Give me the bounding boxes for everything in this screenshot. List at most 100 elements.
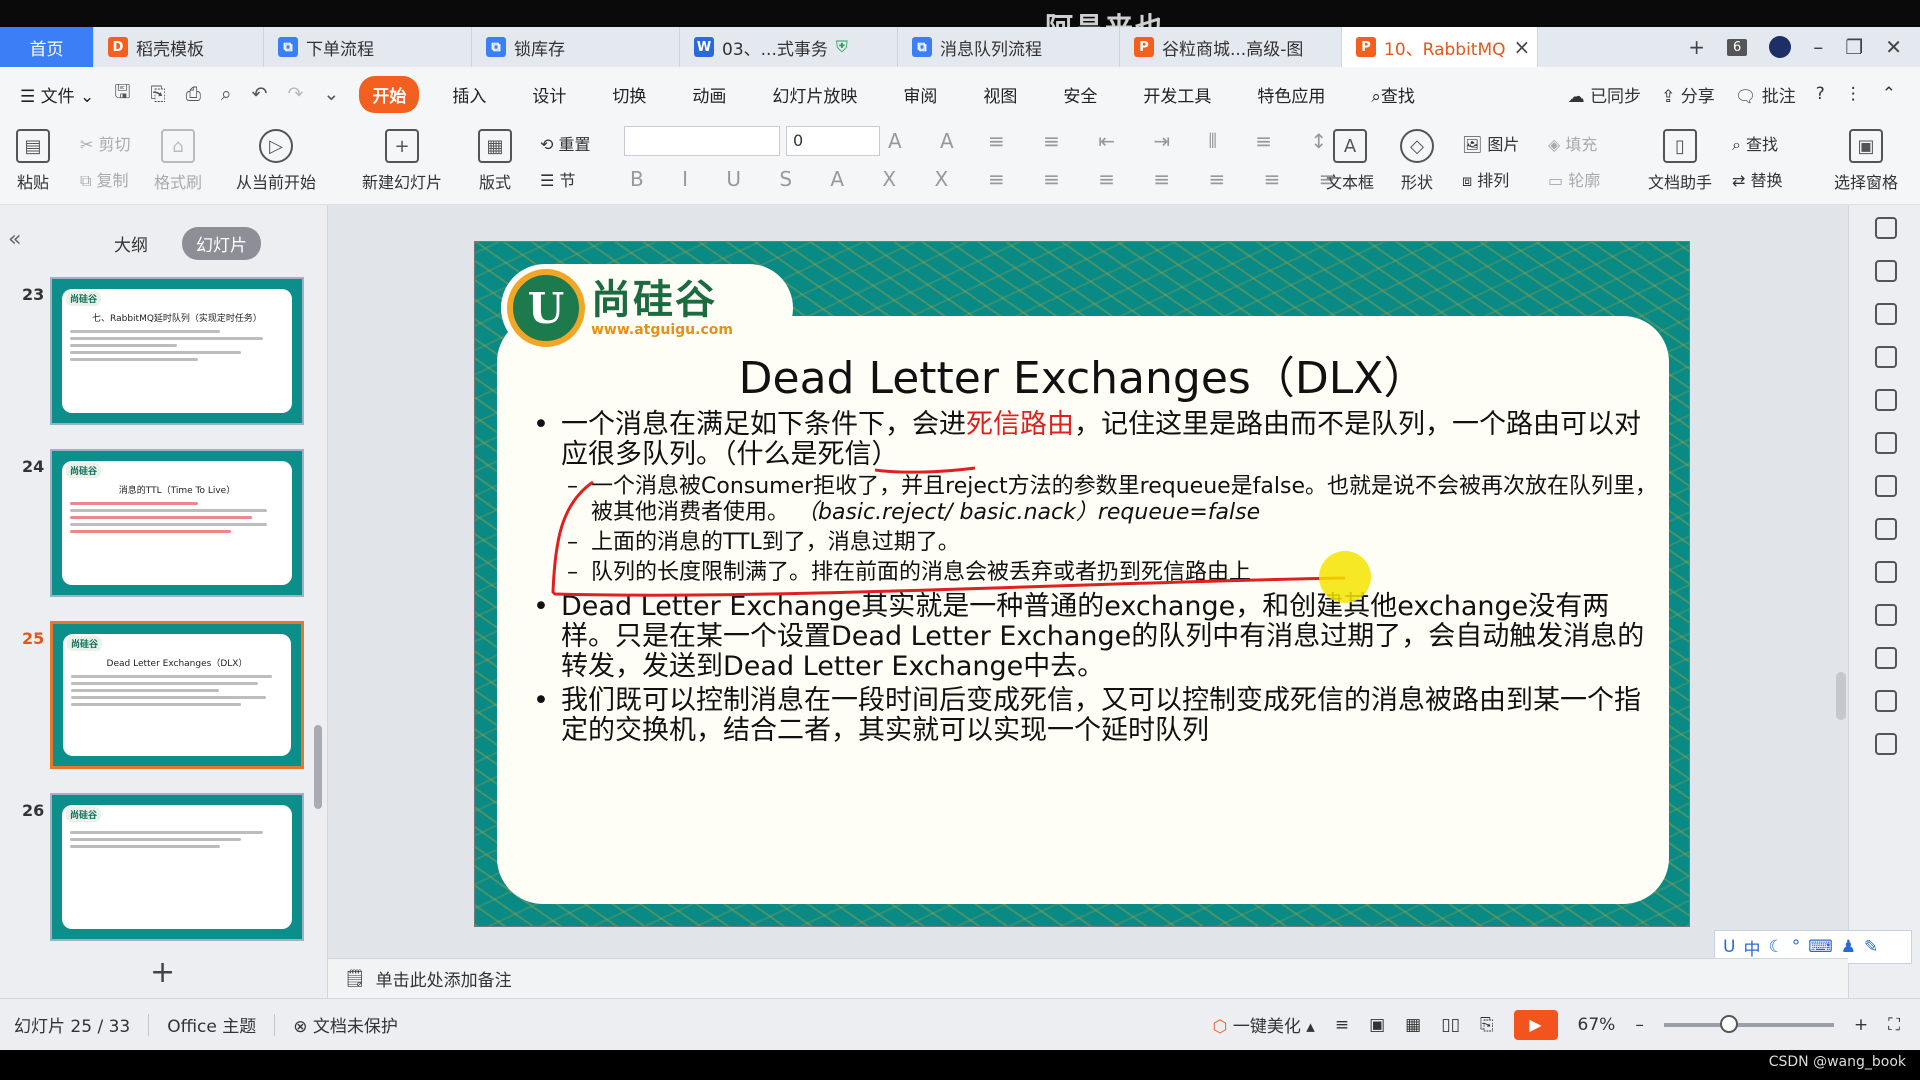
fill-button[interactable]: ◈ 填充 (1548, 131, 1597, 155)
paste-button[interactable]: ▤ 粘贴 (16, 129, 50, 193)
zoom-slider[interactable] (1663, 1014, 1834, 1033)
redo-icon[interactable]: ↷ (287, 83, 303, 105)
play-slideshow-button[interactable]: ▶ (1513, 1009, 1558, 1040)
cut-button[interactable]: ✂ 剪切 (80, 131, 131, 155)
doc-helper-button[interactable]: ▯ 文档助手 (1648, 129, 1712, 193)
align-icons[interactable]: ≡ ≡ ≡ ≡ ≡ ≡ ≡ (988, 167, 1351, 191)
restore-icon[interactable]: ❐ (1845, 35, 1863, 59)
sync-status[interactable]: ☁ 已同步 (1568, 82, 1641, 107)
normal-view-icon[interactable]: ▣ (1369, 1015, 1385, 1035)
chart-icon[interactable] (1875, 475, 1897, 497)
archive-icon[interactable] (1875, 647, 1897, 669)
reading-view-icon[interactable]: ▯▯ (1441, 1015, 1460, 1035)
shape-button[interactable]: ◇ 形状 (1400, 129, 1434, 193)
table-icon[interactable] (1875, 389, 1897, 411)
close-tab-icon[interactable]: × (1514, 35, 1531, 59)
list-icons[interactable]: ≡ ≡ ⇤ ⇥ ⫴ ≡ ↕ (988, 129, 1343, 153)
share-icon[interactable] (1875, 604, 1897, 626)
canvas-scroll-thumb[interactable] (1836, 672, 1846, 720)
slide-25[interactable]: U 尚硅谷 www.atguigu.com Dead Letter Exchan… (474, 241, 1690, 927)
tab-outline[interactable]: 大纲 (100, 227, 162, 260)
font-family-select[interactable] (624, 126, 780, 156)
menu-home[interactable]: 开始 (359, 75, 420, 113)
collapse-ribbon-icon[interactable]: ⌃ (1882, 84, 1896, 104)
zoom-level[interactable]: 67% (1578, 1015, 1616, 1035)
tab-gulimall-advanced[interactable]: P 谷粒商城...高级-图 (1120, 27, 1342, 67)
menu-view[interactable]: 视图 (970, 76, 1030, 113)
more-icon[interactable]: ⋮ (1845, 84, 1862, 104)
slide-body-text[interactable]: 一个消息在满足如下条件下，会进死信路由，记住这里是路由而不是队列，一个路由可以对… (527, 410, 1657, 750)
undo-icon[interactable]: ↶ (252, 83, 268, 105)
tab-count-badge[interactable]: 6 (1727, 38, 1748, 56)
arrange-button[interactable]: ⧈ 排列 (1462, 167, 1509, 191)
menu-review[interactable]: 审阅 (890, 76, 950, 113)
menu-special[interactable]: 特色应用 (1244, 76, 1338, 113)
replace-button[interactable]: ⇄ 替换 (1732, 167, 1783, 191)
menu-design[interactable]: 设计 (519, 76, 579, 113)
export-icon[interactable]: ⎘ (151, 83, 166, 105)
slide-title[interactable]: Dead Letter Exchanges（DLX） (475, 342, 1689, 406)
presenter-view-icon[interactable]: ⎘ (1480, 1015, 1494, 1035)
outline-button[interactable]: ▭ 轮廓 (1548, 167, 1600, 191)
slide-thumbnail[interactable]: 24 尚硅谷 消息的TTL（Time To Live） (0, 449, 318, 599)
tab-docer-templates[interactable]: D 稻壳模板 (94, 27, 264, 67)
menu-developer[interactable]: 开发工具 (1130, 76, 1224, 113)
avatar[interactable] (1769, 36, 1792, 58)
adjust-icon[interactable] (1875, 518, 1897, 540)
share-button[interactable]: ⇪ 分享 (1661, 82, 1715, 107)
grid-icon[interactable] (1875, 432, 1897, 454)
file-menu[interactable]: ☰ 文件 ⌄ (20, 82, 94, 107)
layout-button[interactable]: ▦ 版式 (478, 129, 512, 193)
menu-slideshow[interactable]: 幻灯片放映 (759, 76, 870, 113)
zoom-out-icon[interactable]: – (1635, 1015, 1644, 1035)
minimize-icon[interactable]: – (1813, 35, 1823, 59)
select-pane-button[interactable]: ▣ 选择窗格 (1834, 129, 1898, 193)
fill-style-icon[interactable] (1875, 346, 1897, 368)
tab-lock-stock[interactable]: ⧉ 锁库存 (472, 27, 680, 67)
find-button[interactable]: ⌕ 查找 (1732, 131, 1778, 155)
menu-search[interactable]: ⌕查找 (1358, 76, 1428, 113)
theme-name[interactable]: Office 主题 (167, 1012, 256, 1037)
notes-toggle-icon[interactable]: ≡ (1335, 1015, 1349, 1035)
menu-insert[interactable]: 插入 (439, 76, 499, 113)
tab-slides[interactable]: 幻灯片 (182, 226, 261, 260)
slide-thumbnail[interactable]: 26 尚硅谷 (0, 793, 318, 943)
canvas-scrollbar[interactable] (1836, 270, 1846, 920)
menu-animation[interactable]: 动画 (679, 76, 739, 113)
transform-icon[interactable] (1875, 260, 1897, 282)
tab-order-flow[interactable]: ⧉ 下单流程 (264, 27, 472, 67)
font-size-select[interactable]: 0 (786, 126, 880, 156)
print-preview-icon[interactable]: ⌕ (221, 83, 232, 105)
save-icon[interactable]: 🖫 (114, 78, 130, 110)
font-style-icons[interactable]: B I U S A X X (630, 167, 964, 191)
menu-transition[interactable]: 切换 (599, 76, 659, 113)
new-tab-icon[interactable]: + (1688, 35, 1705, 59)
copy-button[interactable]: ⧉ 复制 (80, 167, 129, 191)
zoom-slider-knob[interactable] (1719, 1014, 1738, 1033)
section-button[interactable]: ☰ 节 (540, 167, 575, 191)
font-grow-shrink-icons[interactable]: A A (888, 129, 970, 153)
customize-icon[interactable]: ⌄ (323, 83, 339, 105)
tab-distributed-tx[interactable]: W 03、...式事务 ⛨ (680, 27, 898, 67)
notes-area[interactable]: 🗒 单击此处添加备注 (328, 958, 1848, 998)
close-window-icon[interactable]: ✕ (1885, 35, 1902, 59)
shape-style-icon[interactable] (1875, 303, 1897, 325)
tab-mq-flow[interactable]: ⧉ 消息队列流程 (898, 27, 1120, 67)
slide-thumbnail[interactable]: 23 尚硅谷 七、RabbitMQ延时队列（实现定时任务） (0, 277, 318, 427)
collapse-panel-icon[interactable]: « (8, 227, 21, 252)
help-icon[interactable]: ? (1816, 84, 1825, 104)
fit-window-icon[interactable]: ⛶ (1888, 1015, 1900, 1035)
add-slide-icon[interactable]: + (150, 955, 175, 990)
text-box-button[interactable]: A 文本框 (1326, 129, 1374, 193)
format-painter-button[interactable]: ⌂ 格式刷 (154, 129, 202, 193)
gallery-icon[interactable] (1875, 561, 1897, 583)
tab-rabbitmq[interactable]: P 10、RabbitMQ × (1342, 27, 1538, 67)
play-from-current-button[interactable]: ▷ 从当前开始 (236, 129, 316, 193)
comment-button[interactable]: 🗨 批注 (1735, 82, 1796, 107)
menu-security[interactable]: 安全 (1050, 76, 1110, 113)
star-icon[interactable] (1875, 217, 1897, 239)
reset-button[interactable]: ⟲ 重置 (540, 131, 591, 155)
new-slide-button[interactable]: + 新建幻灯片 (362, 129, 442, 193)
beautify-button[interactable]: ⬡ 一键美化 ▴ (1213, 1012, 1315, 1037)
image-icon[interactable] (1875, 690, 1897, 712)
